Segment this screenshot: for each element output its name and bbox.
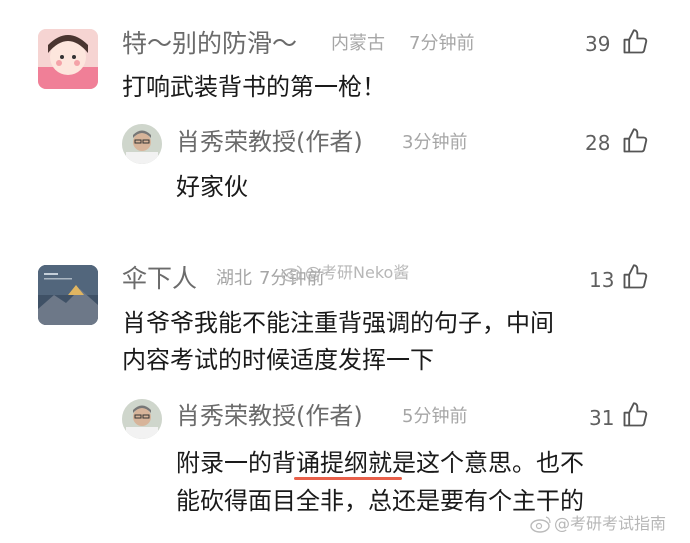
watermark-text: @考研考试指南	[554, 514, 667, 533]
comment-time: 7分钟前	[409, 33, 475, 54]
author-avatar[interactable]	[122, 399, 162, 439]
user-avatar[interactable]	[38, 265, 98, 325]
highlight-underline	[294, 477, 402, 480]
comment-username[interactable]: 特～别的防滑～	[122, 31, 297, 56]
reply-time: 3分钟前	[402, 132, 468, 153]
watermark-text: @考研Neko酱	[305, 263, 410, 282]
weibo-icon	[530, 516, 551, 533]
comment-username[interactable]: 伞下人	[122, 266, 197, 291]
like-count: 31	[589, 406, 615, 430]
thumbs-up-icon[interactable]	[621, 263, 649, 291]
like-count: 28	[585, 131, 611, 155]
thumbs-up-icon[interactable]	[621, 401, 649, 429]
comment-location: 内蒙古	[331, 33, 385, 54]
avatar-professor-image	[122, 124, 162, 164]
reply-username[interactable]: 肖秀荣教授(作者)	[176, 404, 363, 428]
comment-text: 打响武装背书的第一枪！	[122, 73, 386, 101]
avatar-landscape-image	[38, 265, 98, 325]
reply-text-line: 能砍得面目全非，总还是要有个主干的	[176, 487, 584, 515]
reply-text-line: 附录一的背诵提纲就是这个意思。也不	[176, 451, 584, 475]
reply-username[interactable]: 肖秀荣教授(作者)	[176, 130, 363, 154]
like-count: 13	[589, 268, 615, 292]
reply-text: 好家伙	[176, 173, 248, 201]
comment-text-line: 肖爷爷我能不能注重背强调的句子，中间	[122, 309, 554, 337]
comment-location: 湖北	[216, 268, 252, 289]
author-avatar[interactable]	[122, 124, 162, 164]
weibo-icon	[281, 265, 302, 282]
reply-text-segment: 附录一的	[176, 449, 272, 477]
like-count: 39	[585, 32, 611, 56]
highlighted-text: 背诵提纲	[272, 449, 368, 477]
reply-text-segment: 就是这个意思。也不	[368, 449, 584, 477]
comment-text-line: 内容考试的时候适度发挥一下	[122, 346, 434, 374]
thumbs-up-icon[interactable]	[621, 28, 649, 56]
avatar-girl-image	[38, 29, 98, 89]
thumbs-up-icon[interactable]	[621, 127, 649, 155]
reply-time: 5分钟前	[402, 406, 468, 427]
user-avatar[interactable]	[38, 29, 98, 89]
avatar-professor-image	[122, 399, 162, 439]
